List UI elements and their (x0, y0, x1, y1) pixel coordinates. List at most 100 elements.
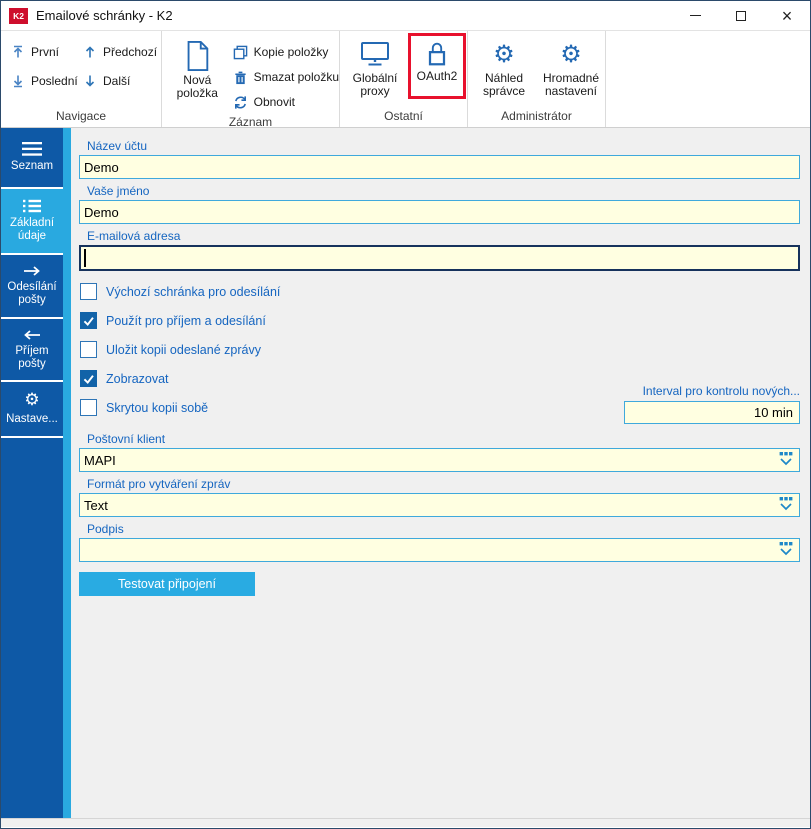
admin-preview-label: Náhled správce (482, 71, 526, 98)
new-item-button[interactable]: Nová položka (170, 35, 225, 113)
previous-label: Předchozí (103, 45, 158, 59)
window-title: Emailové schránky - K2 (36, 8, 173, 23)
group-label-navigace: Navigace (55, 109, 107, 123)
check-icon (83, 317, 94, 327)
test-connection-button[interactable]: Testovat připojení (79, 572, 255, 596)
sidebar-label: Seznam (10, 160, 54, 172)
sidebar-label: Příjem pošty (15, 344, 49, 370)
previous-button[interactable]: Předchozí (83, 40, 169, 64)
gear-icon: ⚙ (24, 390, 40, 410)
checkbox-row-default-outbox: Výchozí schránka pro odesílání (80, 283, 800, 300)
default-outbox-label: Výchozí schránka pro odesílání (106, 284, 281, 299)
arrow-up-icon (85, 46, 95, 58)
text-caret (84, 249, 86, 267)
last-label: Poslední (31, 74, 78, 88)
mail-client-input[interactable] (79, 448, 800, 472)
use-for-send-receive-label: Použít pro příjem a odesílání (106, 313, 266, 328)
email-address-input[interactable] (79, 245, 800, 271)
trash-icon (234, 71, 246, 84)
arrow-left-icon (24, 329, 40, 340)
use-for-send-receive-checkbox[interactable] (80, 312, 97, 329)
list-icon (23, 199, 41, 213)
oauth2-button-highlighted[interactable]: OAuth2 (408, 33, 466, 99)
app-window: K2 Emailové schránky - K2 × První Předch… (0, 0, 811, 829)
save-sent-copy-checkbox[interactable] (80, 341, 97, 358)
refresh-button[interactable]: Obnovit (233, 91, 339, 113)
refresh-icon (234, 95, 246, 109)
title-bar: K2 Emailové schránky - K2 × (1, 1, 810, 31)
mail-client-label: Poštovní klient (87, 432, 166, 446)
sidebar: Seznam Základní údaje Odesílání pošty Př… (1, 128, 63, 818)
dropdown-icon[interactable] (777, 451, 795, 473)
global-proxy-button[interactable]: Globální proxy (346, 33, 404, 107)
account-name-input[interactable] (79, 155, 800, 179)
hamburger-menu-icon (22, 142, 42, 156)
close-icon: × (781, 5, 793, 26)
bulk-settings-label: Hromadné nastavení (542, 71, 600, 98)
ribbon-group-ostatni: Globální proxy OAuth2 Ostatní (340, 31, 468, 127)
message-format-label: Formát pro vytváření zpráv (87, 477, 231, 491)
maximize-icon (736, 10, 746, 21)
copy-item-button[interactable]: Kopie položky (233, 41, 339, 63)
signature-input[interactable] (79, 538, 800, 562)
dropdown-icon[interactable] (777, 541, 795, 563)
sidebar-item-zakladni-udaje[interactable]: Základní údaje (1, 189, 63, 255)
signature-label: Podpis (87, 522, 124, 536)
display-checkbox[interactable] (80, 370, 97, 387)
admin-preview-button[interactable]: ⚙ Náhled správce (472, 33, 536, 107)
delete-item-label: Smazat položku (253, 70, 339, 84)
monitor-icon (361, 42, 389, 66)
dropdown-icon[interactable] (777, 496, 795, 518)
new-item-label: Nová položka (176, 73, 218, 100)
bcc-self-label: Skrytou kopii sobě (106, 400, 209, 415)
check-interval-block: Interval pro kontrolu nových... (624, 384, 800, 424)
check-icon (83, 375, 94, 385)
minimize-icon (689, 14, 701, 17)
sidebar-item-seznam[interactable]: Seznam (1, 128, 63, 189)
email-address-label: E-mailová adresa (87, 229, 181, 243)
ribbon-empty-area (606, 31, 810, 127)
global-proxy-label: Globální proxy (352, 71, 398, 98)
copy-item-label: Kopie položky (253, 45, 329, 59)
your-name-label: Vaše jméno (87, 184, 150, 198)
sidebar-item-nastaveni[interactable]: ⚙ Nastave... (1, 382, 63, 438)
ribbon-toolbar: První Předchozí Poslední Další Navigace (1, 31, 810, 129)
oauth2-label: OAuth2 (416, 69, 458, 83)
check-interval-label: Interval pro kontrolu nových... (642, 384, 800, 398)
arrow-down-icon (85, 75, 95, 87)
sidebar-empty-area (1, 438, 63, 818)
ribbon-group-navigace: První Předchozí Poslední Další Navigace (1, 31, 162, 127)
first-button[interactable]: První (11, 40, 83, 64)
arrow-right-icon (24, 266, 40, 276)
ribbon-group-administrator: ⚙ Náhled správce ⚙ Hromadné nastavení Ad… (468, 31, 606, 127)
display-label: Zobrazovat (106, 371, 169, 386)
sidebar-item-prijem-posty[interactable]: Příjem pošty (1, 319, 63, 382)
window-controls: × (672, 1, 810, 31)
account-name-label: Název účtu (87, 139, 148, 153)
bulk-settings-button[interactable]: ⚙ Hromadné nastavení (538, 33, 604, 107)
checkbox-row-use-for-send-receive: Použít pro příjem a odesílání (80, 312, 800, 329)
next-button[interactable]: Další (83, 69, 169, 93)
minimize-button[interactable] (672, 1, 718, 31)
refresh-label: Obnovit (253, 95, 295, 109)
message-format-input[interactable] (79, 493, 800, 517)
arrow-up-to-bar-icon (13, 45, 23, 58)
save-sent-copy-label: Uložit kopii odeslané zprávy (106, 342, 261, 357)
sidebar-item-odesilani-posty[interactable]: Odesílání pošty (1, 255, 63, 319)
ribbon-group-zaznam: Nová položka Kopie položky Smazat položk… (162, 31, 340, 129)
sidebar-accent-strip (63, 128, 71, 818)
bcc-self-checkbox[interactable] (80, 399, 97, 416)
maximize-button[interactable] (718, 1, 764, 31)
copy-icon (233, 45, 247, 59)
close-button[interactable]: × (764, 1, 810, 31)
last-button[interactable]: Poslední (11, 69, 83, 93)
your-name-input[interactable] (79, 200, 800, 224)
main-area: Seznam Základní údaje Odesílání pošty Př… (1, 128, 810, 818)
bottom-strip (1, 818, 810, 827)
default-outbox-checkbox[interactable] (80, 283, 97, 300)
first-label: První (31, 45, 60, 59)
check-interval-input[interactable] (624, 401, 800, 424)
delete-item-button[interactable]: Smazat položku (233, 66, 339, 88)
gear-icon: ⚙ (493, 40, 515, 68)
group-label-administrator: Administrátor (501, 109, 572, 123)
